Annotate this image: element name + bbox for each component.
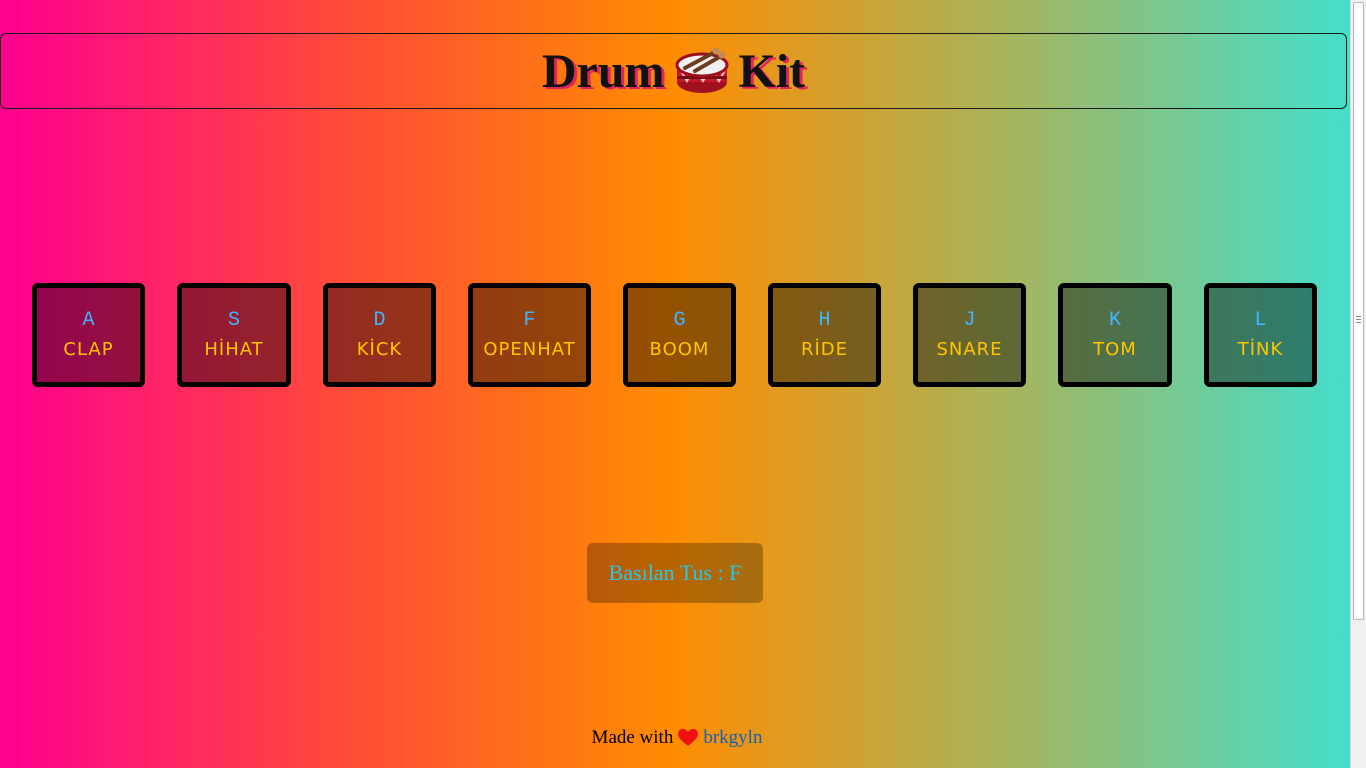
key-tom[interactable]: K TOM [1058,283,1172,387]
scrollbar-thumb[interactable] [1353,2,1364,620]
key-letter: H [818,308,831,332]
heart-icon [678,729,699,747]
key-letter: F [523,308,536,332]
scrollbar-grip-icon [1356,316,1361,323]
key-letter: S [227,308,240,332]
page-title: Drum Kit [542,44,805,99]
title-word-drum: Drum [541,44,665,98]
key-letter: J [963,308,976,332]
key-hihat[interactable]: S HİHAT [177,283,291,387]
key-clap[interactable]: A CLAP [32,283,145,387]
key-ride[interactable]: H RİDE [768,283,881,387]
key-openhat[interactable]: F OPENHAT [468,283,591,387]
key-letter: G [673,308,686,332]
key-sound-label: SNARE [936,338,1003,360]
key-tink[interactable]: L TİNK [1204,283,1317,387]
footer-made-with: Made with [591,727,674,748]
footer: Made with brkgyln [0,727,1354,749]
key-letter: L [1254,308,1267,332]
title-word-kit: Kit [738,44,806,98]
header: Drum Kit [0,33,1347,109]
key-sound-label: HİHAT [204,338,264,360]
drum-icon [675,46,729,96]
pressed-key-text: Basılan Tus : F [608,560,742,585]
key-boom[interactable]: G BOOM [623,283,736,387]
pressed-key-display: Basılan Tus : F [587,543,763,603]
key-sound-label: BOOM [649,338,710,360]
key-letter: D [373,308,386,332]
page: Drum Kit A CLAP S HİHAT D KİCK F OPENHAT… [0,0,1350,768]
key-letter: A [82,308,95,332]
key-sound-label: TİNK [1237,338,1284,360]
key-sound-label: OPENHAT [483,338,576,360]
key-sound-label: CLAP [63,338,114,360]
key-kick[interactable]: D KİCK [323,283,436,387]
key-letter: K [1108,308,1121,332]
drum-keys: A CLAP S HİHAT D KİCK F OPENHAT G BOOM H… [0,283,1350,387]
key-sound-label: KİCK [356,338,403,360]
key-sound-label: TOM [1093,338,1137,360]
vertical-scrollbar[interactable] [1350,0,1366,768]
author-link[interactable]: brkgyln [703,727,762,749]
key-sound-label: RİDE [800,338,849,360]
key-snare[interactable]: J SNARE [913,283,1026,387]
